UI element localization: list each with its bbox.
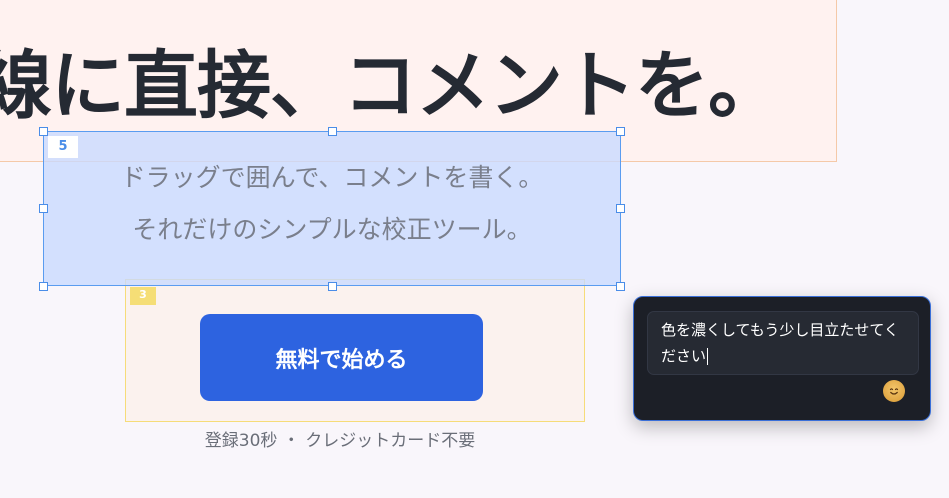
- resize-handle-middle-right[interactable]: [616, 204, 625, 213]
- smile-face-glyph: [889, 388, 899, 395]
- resize-handle-bottom-center[interactable]: [328, 282, 337, 291]
- resize-handle-bottom-left[interactable]: [39, 282, 48, 291]
- subtitle-line-1: ドラッグで囲んで、コメントを書く。: [120, 163, 544, 192]
- resize-handle-top-left[interactable]: [39, 127, 48, 136]
- text-caret: [707, 348, 709, 365]
- start-free-button[interactable]: 無料で始める: [200, 314, 483, 401]
- resize-handle-bottom-right[interactable]: [616, 282, 625, 291]
- smile-emoji-icon[interactable]: [883, 380, 905, 402]
- hero-title: 線に直接、コメントを。: [0, 43, 782, 129]
- comment-popup: 色を濃くしてもう少し目立たせてください: [633, 296, 931, 421]
- resize-handle-middle-left[interactable]: [39, 204, 48, 213]
- signup-note: 登録30秒 ・ クレジットカード不要: [204, 431, 476, 451]
- subtitle-line-2: それだけのシンプルな校正ツール。: [132, 215, 532, 244]
- resize-handle-top-center[interactable]: [328, 127, 337, 136]
- annotation-badge-3[interactable]: 3: [130, 287, 156, 305]
- comment-input[interactable]: 色を濃くしてもう少し目立たせてください: [647, 311, 919, 375]
- comment-text: 色を濃くしてもう少し目立たせてください: [661, 321, 899, 365]
- resize-handle-top-right[interactable]: [616, 127, 625, 136]
- hero-subtitle: ドラッグで囲んで、コメントを書く。 それだけのシンプルな校正ツール。: [43, 152, 621, 256]
